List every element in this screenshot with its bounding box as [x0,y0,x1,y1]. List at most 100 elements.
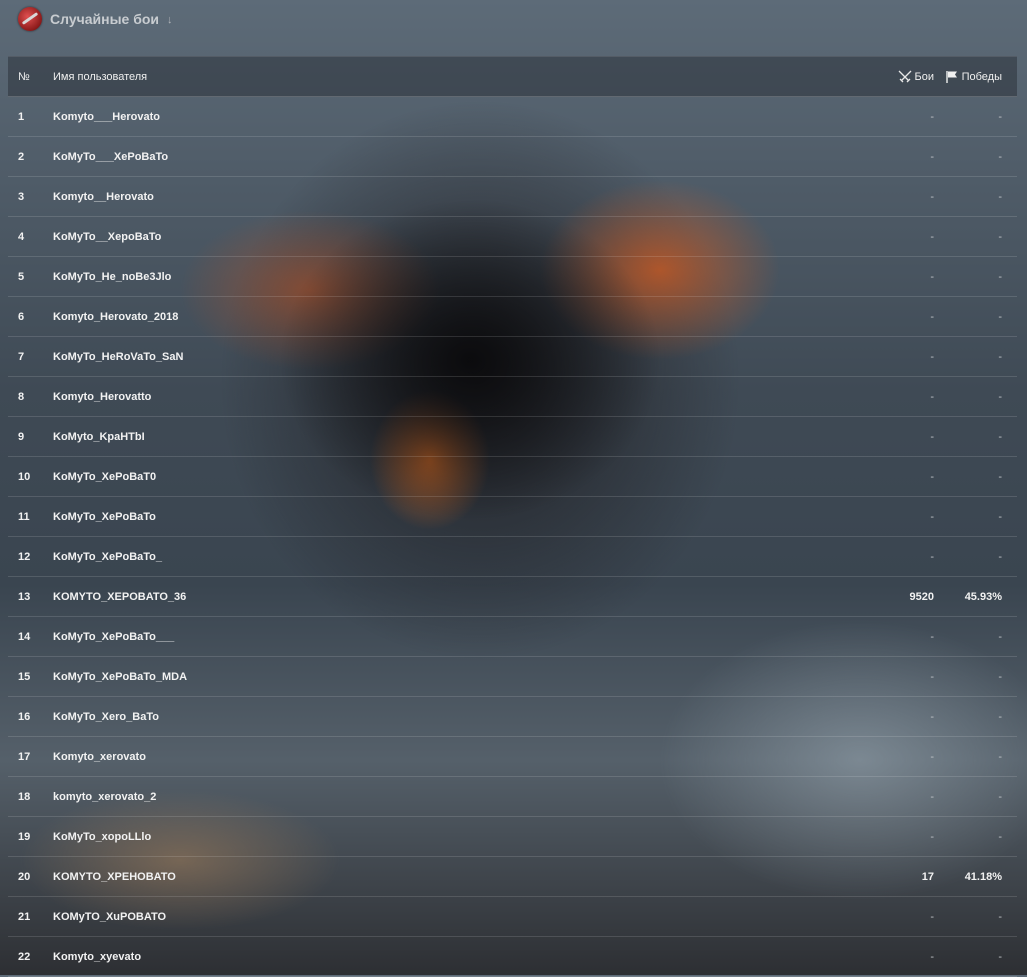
table-row[interactable]: 10 KoMyTo_XePoBaT0 - - [8,457,1017,497]
row-battles: - [930,750,934,763]
table-row[interactable]: 2 KoMyTo___XePoBaTo - - [8,137,1017,177]
row-number: 11 [18,510,30,523]
row-wins: - [998,550,1002,563]
row-wins: - [998,470,1002,483]
row-number: 7 [18,350,25,363]
game-mode-title[interactable]: Случайные бои [50,11,159,27]
table-row[interactable]: 5 KoMyTo_He_noBe3Jlo - - [8,257,1017,297]
table-row[interactable]: 9 KoMyto_KpaHTbI - - [8,417,1017,457]
row-number: 13 [18,590,31,603]
row-number: 9 [18,430,25,443]
row-wins: - [998,230,1002,243]
row-username[interactable]: KOMyTO_XuPOBATO [53,911,844,923]
row-battles: - [930,670,934,683]
row-battles: - [930,950,934,963]
table-row[interactable]: 18 komyto_xerovato_2 - - [8,777,1017,817]
row-wins: - [998,190,1002,203]
row-battles: - [930,190,934,203]
row-battles: - [930,510,934,523]
row-username[interactable]: KoMyTo_He_noBe3Jlo [53,271,844,283]
table-row[interactable]: 3 Komyto__Herovato - - [8,177,1017,217]
row-username[interactable]: KoMyTo_XePoBaTo [53,511,844,523]
row-username[interactable]: KOMYTO_XEPOBATO_36 [53,591,844,603]
row-username[interactable]: Komyto_xerovato [53,751,844,763]
row-username[interactable]: KoMyTo_XePoBaTo_ [53,551,844,563]
row-battles: - [930,390,934,403]
row-battles: - [930,550,934,563]
row-battles: - [930,110,934,123]
column-header-number[interactable]: № [8,71,53,83]
row-number: 1 [18,110,25,123]
table-row[interactable]: 11 KoMyTo_XePoBaTo - - [8,497,1017,537]
table-row[interactable]: 17 Komyto_xerovato - - [8,737,1017,777]
table-row[interactable]: 22 Komyto_xyevato - - [8,937,1017,977]
row-username[interactable]: KoMyTo_XePoBaTo_MDA [53,671,844,683]
row-number: 18 [18,790,31,803]
crossed-swords-icon [898,70,911,82]
table-body: 1 Komyto___Herovato - - 2 KoMyTo___XePoBaTo - -… [8,97,1017,977]
row-number: 12 [18,550,31,563]
row-username[interactable]: KoMyTo_XePoBaT0 [53,471,844,483]
column-header-username[interactable]: Имя пользователя [53,71,844,83]
row-wins: - [998,310,1002,323]
row-username[interactable]: KoMyTo_XePoBaTo___ [53,631,844,643]
row-wins: - [998,110,1002,123]
row-number: 17 [18,750,31,763]
table-row[interactable]: 21 KOMyTO_XuPOBATO - - [8,897,1017,937]
chevron-down-icon[interactable]: ↓ [167,14,173,26]
row-username[interactable]: KoMyTo__XepoBaTo [53,231,844,243]
row-username[interactable]: KoMyTo___XePoBaTo [53,151,844,163]
table-header: № Имя пользователя Бои Победы [8,56,1017,97]
row-wins: 45.93% [964,590,1002,603]
row-battles: - [930,630,934,643]
row-battles: - [930,270,934,283]
row-username[interactable]: KoMyTo_Xero_BaTo [53,711,844,723]
players-table: № Имя пользователя Бои Победы 1 Komyto___… [8,56,1017,977]
table-row[interactable]: 4 KoMyTo__XepoBaTo - - [8,217,1017,257]
row-battles: - [930,710,934,723]
row-battles: - [930,470,934,483]
row-wins: - [998,710,1002,723]
row-username[interactable]: Komyto_Herovatto [53,391,844,403]
table-row[interactable]: 13 KOMYTO_XEPOBATO_36 9520 45.93% [8,577,1017,617]
row-wins: - [998,630,1002,643]
row-username[interactable]: Komyto__Herovato [53,191,844,203]
table-row[interactable]: 14 KoMyTo_XePoBaTo___ - - [8,617,1017,657]
table-row[interactable]: 20 KOMYTO_XPEHOBATO 17 41.18% [8,857,1017,897]
table-row[interactable]: 6 Komyto_Herovato_2018 - - [8,297,1017,337]
table-row[interactable]: 12 KoMyTo_XePoBaTo_ - - [8,537,1017,577]
row-number: 8 [18,390,25,403]
row-number: 5 [18,270,25,283]
table-row[interactable]: 7 KoMyTo_HeRoVaTo_SaN - - [8,337,1017,377]
column-header-wins-label: Победы [961,70,1002,83]
row-number: 19 [18,830,31,843]
row-username[interactable]: KoMyto_KpaHTbI [53,431,844,443]
row-wins: - [998,910,1002,923]
row-battles: 17 [921,870,934,883]
row-username[interactable]: komyto_xerovato_2 [53,791,844,803]
row-username[interactable]: KoMyTo_HeRoVaTo_SaN [53,351,844,363]
row-wins: 41.18% [964,870,1002,883]
row-battles: - [930,350,934,363]
column-header-wins[interactable]: Победы [934,70,1017,84]
row-username[interactable]: Komyto_xyevato [53,951,844,963]
row-number: 14 [18,630,31,643]
table-row[interactable]: 15 KoMyTo_XePoBaTo_MDA - - [8,657,1017,697]
column-header-battles[interactable]: Бои [844,70,934,84]
row-username[interactable]: KOMYTO_XPEHOBATO [53,871,844,883]
table-row[interactable]: 8 Komyto_Herovatto - - [8,377,1017,417]
table-row[interactable]: 1 Komyto___Herovato - - [8,97,1017,137]
row-number: 22 [18,950,31,963]
row-number: 15 [18,670,31,683]
row-wins: - [998,270,1002,283]
row-username[interactable]: KoMyTo_xopoLLlo [53,831,844,843]
table-row[interactable]: 19 KoMyTo_xopoLLlo - - [8,817,1017,857]
row-battles: - [930,790,934,803]
row-number: 10 [18,470,31,483]
game-mode-selector[interactable]: Случайные бои ↓ [18,6,173,32]
row-wins: - [998,670,1002,683]
row-username[interactable]: Komyto_Herovato_2018 [53,311,844,323]
row-battles: - [930,230,934,243]
table-row[interactable]: 16 KoMyTo_Xero_BaTo - - [8,697,1017,737]
row-username[interactable]: Komyto___Herovato [53,111,844,123]
